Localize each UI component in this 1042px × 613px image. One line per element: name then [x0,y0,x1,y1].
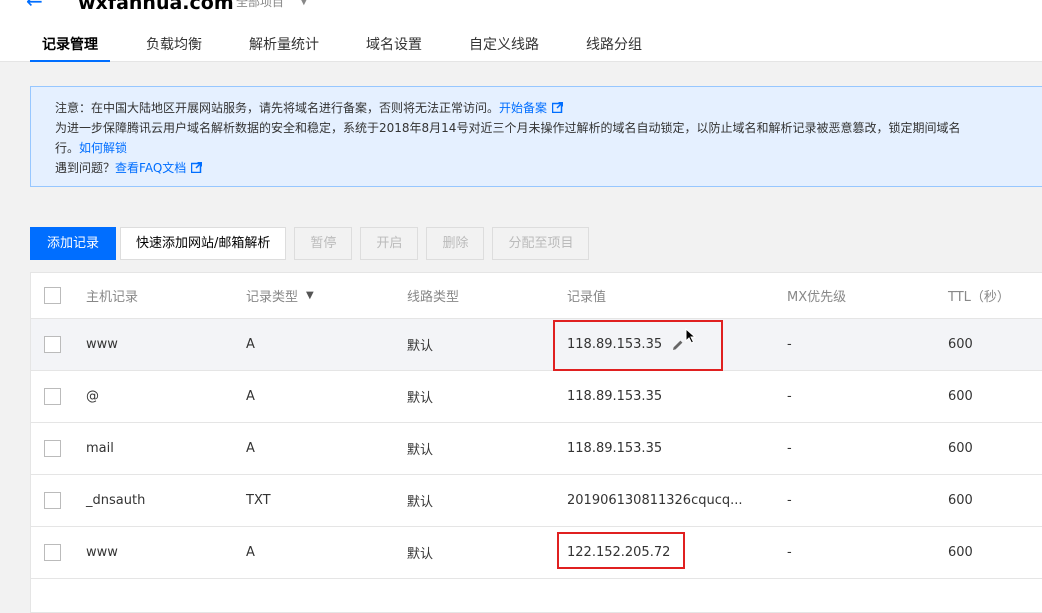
cell-line: 默认 [407,339,434,354]
domain-title: wxfanhua.com [78,0,234,14]
header-type-label: 记录类型 [246,290,299,305]
pencil-icon[interactable] [672,339,684,351]
header-mx: MX优先级 [787,290,847,305]
row-select-cell [44,423,61,474]
row-checkbox[interactable] [44,440,61,457]
cell-host: _dnsauth [86,493,146,508]
notice-text: 为进一步保障腾讯云用户域名解析数据的安全和稳定，系统于2018年8月14号对近三… [55,121,961,135]
cell-type: A [246,441,255,456]
row-checkbox[interactable] [44,544,61,561]
tab-line-groups[interactable]: 线路分组 [586,30,642,62]
notice-text: 注意：在中国大陆地区开展网站服务，请先将域名进行备案，否则将无法正常访问。 [55,101,500,115]
cell-type: A [246,389,255,404]
quick-add-button[interactable]: 快速添加网站/邮箱解析 [120,227,287,260]
row-checkbox[interactable] [44,388,61,405]
start-filing-link[interactable]: 开始备案 [499,101,547,115]
assign-project-button[interactable]: 分配至项目 [492,227,590,260]
tab-resolution-stats[interactable]: 解析量统计 [249,30,319,62]
external-link-icon[interactable] [191,162,203,173]
cell-line: 默认 [407,495,434,510]
project-select[interactable]: 全部项目 [236,0,284,10]
enable-button[interactable]: 开启 [360,227,419,260]
row-checkbox[interactable] [44,492,61,509]
cell-mx: - [787,545,792,560]
header-host: 主机记录 [86,290,139,305]
cell-line: 默认 [407,391,434,406]
cell-line: 默认 [407,547,434,562]
row-select-cell [44,475,61,526]
records-table: 主机记录 记录类型 ▼ 线路类型 记录值 MX优先级 TTL（秒） www A 默… [30,272,1042,613]
table-row[interactable]: _dnsauth TXT 默认 201906130811326cqucq... … [31,475,1042,527]
table-header-row: 主机记录 记录类型 ▼ 线路类型 记录值 MX优先级 TTL（秒） [31,273,1042,319]
cell-line: 默认 [407,443,434,458]
cell-ttl: 600 [948,337,973,352]
row-checkbox[interactable] [44,336,61,353]
cell-mx: - [787,493,792,508]
table-row[interactable]: www A 默认 118.89.153.35 - 600 [31,319,1042,371]
filter-icon[interactable]: ▼ [306,290,314,301]
cell-host: www [86,337,118,352]
external-link-icon[interactable] [552,102,564,113]
notice-text: 遇到问题？ [55,161,116,175]
cell-ttl: 600 [948,493,973,508]
notice-text: 行。 [55,141,80,155]
cell-type: A [246,545,255,560]
row-select-cell [44,319,61,370]
header-line: 线路类型 [407,290,460,305]
cell-host: mail [86,441,114,456]
header-ttl: TTL（秒） [948,290,1010,305]
table-row[interactable]: @ A 默认 118.89.153.35 - 600 [31,371,1042,423]
cell-ttl: 600 [948,545,973,560]
cell-host: www [86,545,118,560]
tab-domain-settings[interactable]: 域名设置 [366,30,422,62]
delete-button[interactable]: 删除 [426,227,485,260]
tab-custom-lines[interactable]: 自定义线路 [469,30,539,62]
tab-bar: 记录管理 负载均衡 解析量统计 域名设置 自定义线路 线路分组 [30,30,689,62]
cell-host: @ [86,389,99,404]
chevron-down-icon[interactable]: ▼ [300,0,308,8]
cell-value: 118.89.153.35 [567,441,663,456]
mouse-cursor-icon [685,328,696,344]
header-value: 记录值 [567,290,607,305]
row-select-cell [44,371,61,422]
page-header: ← wxfanhua.com 全部项目 ▼ 记录管理 负载均衡 解析量统计 域名… [0,0,1042,62]
cell-value: 118.89.153.35 [567,319,684,370]
cell-type: A [246,337,255,352]
cell-mx: - [787,441,792,456]
record-toolbar: 添加记录 快速添加网站/邮箱解析 暂停 开启 删除 分配至项目 [30,227,597,260]
cell-type: TXT [246,493,271,508]
table-row[interactable]: mail A 默认 118.89.153.35 - 600 [31,423,1042,475]
notice-line-3: 行。如何解锁 [55,138,1042,158]
tab-load-balancing[interactable]: 负载均衡 [146,30,202,62]
tab-record-management[interactable]: 记录管理 [30,30,110,62]
notice-line-4: 遇到问题？查看FAQ文档 [55,158,1042,178]
cell-mx: - [787,337,792,352]
back-arrow-icon[interactable]: ← [26,0,50,11]
header-type: 记录类型 ▼ [246,273,314,318]
cell-ttl: 600 [948,441,973,456]
add-record-button[interactable]: 添加记录 [30,227,117,260]
notice-line-1: 注意：在中国大陆地区开展网站服务，请先将域名进行备案，否则将无法正常访问。开始备… [55,98,1042,118]
cell-value-text: 118.89.153.35 [567,337,663,352]
cell-value: 118.89.153.35 [567,389,663,404]
faq-link[interactable]: 查看FAQ文档 [115,161,186,175]
select-all-checkbox[interactable] [44,287,61,304]
notice-line-2: 为进一步保障腾讯云用户域名解析数据的安全和稳定，系统于2018年8月14号对近三… [55,118,1042,138]
cell-ttl: 600 [948,389,973,404]
cell-mx: - [787,389,792,404]
table-row[interactable]: www A 默认 122.152.205.72 - 600 [31,527,1042,579]
row-select-cell [44,527,61,578]
how-to-unlock-link[interactable]: 如何解锁 [79,141,127,155]
select-all-cell [44,273,61,318]
cell-value: 201906130811326cqucq... [567,493,743,508]
notice-banner: 注意：在中国大陆地区开展网站服务，请先将域名进行备案，否则将无法正常访问。开始备… [30,86,1042,187]
cell-value: 122.152.205.72 [567,545,671,560]
pause-button[interactable]: 暂停 [294,227,353,260]
